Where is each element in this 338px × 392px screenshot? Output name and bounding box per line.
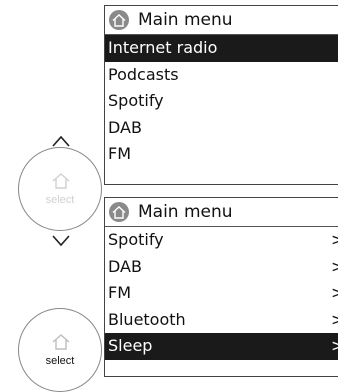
home-icon: [52, 334, 70, 350]
select-label: select: [45, 355, 75, 367]
home-icon[interactable]: [109, 202, 129, 222]
menu-item-label: DAB: [108, 117, 142, 137]
menu-item-label: Podcasts: [108, 64, 179, 84]
menu-item-spotify[interactable]: Spotify >: [105, 227, 338, 254]
menu-item-fm[interactable]: FM >: [105, 280, 338, 307]
menu-item-sleep[interactable]: Sleep >: [105, 333, 338, 360]
submenu-arrow-icon: >: [331, 336, 338, 355]
screen-header: Main menu: [105, 198, 338, 227]
menu-list: Internet radio Podcasts Spotify DAB FM: [105, 35, 338, 168]
menu-item-label: Spotify: [108, 230, 164, 249]
chevron-up-icon[interactable]: [51, 134, 71, 148]
top-menu-screen: Main menu Internet radio Podcasts Spotif…: [104, 5, 338, 185]
screen-header: Main menu: [105, 6, 338, 35]
menu-item-label: FM: [108, 283, 132, 302]
home-icon[interactable]: [109, 10, 129, 30]
screen-title: Main menu: [138, 10, 233, 30]
menu-item-podcasts[interactable]: Podcasts: [105, 62, 338, 89]
menu-item-label: Internet radio: [108, 38, 218, 57]
menu-item-internet-radio[interactable]: Internet radio: [105, 35, 338, 62]
menu-list: Spotify > DAB > FM > Bluetooth > Sleep >: [105, 227, 338, 360]
menu-item-dab[interactable]: DAB >: [105, 254, 338, 281]
submenu-arrow-icon: >: [331, 256, 338, 276]
submenu-arrow-icon: >: [331, 283, 338, 302]
menu-item-label: Bluetooth: [108, 309, 186, 329]
submenu-arrow-icon: >: [331, 309, 338, 329]
menu-item-label: Sleep: [108, 336, 153, 355]
menu-item-fm[interactable]: FM: [105, 141, 338, 168]
select-button-inactive[interactable]: select: [18, 147, 102, 231]
menu-item-label: Spotify: [108, 91, 164, 110]
menu-item-label: DAB: [108, 256, 142, 276]
select-label: select: [45, 194, 75, 206]
submenu-arrow-icon: >: [331, 230, 338, 249]
screen-title: Main menu: [138, 202, 233, 222]
home-icon: [52, 173, 70, 189]
chevron-down-icon[interactable]: [51, 234, 71, 248]
menu-item-bluetooth[interactable]: Bluetooth >: [105, 307, 338, 334]
menu-item-dab[interactable]: DAB: [105, 115, 338, 142]
bottom-menu-screen: Main menu Spotify > DAB > FM > Bluetooth > S…: [104, 197, 338, 377]
menu-item-label: FM: [108, 144, 132, 163]
select-button-active[interactable]: select: [18, 308, 102, 392]
menu-item-spotify[interactable]: Spotify: [105, 88, 338, 115]
